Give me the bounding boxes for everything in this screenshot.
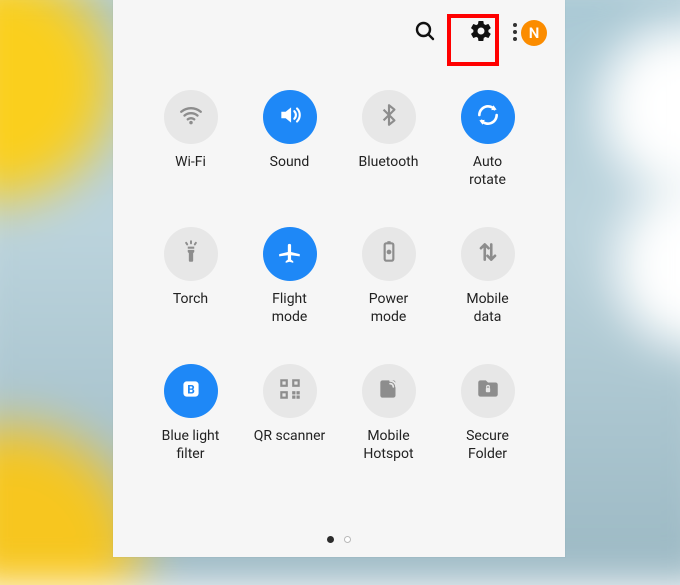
updown-icon — [475, 239, 501, 269]
tile-autorotate[interactable]: Auto rotate — [438, 90, 537, 189]
quick-settings-panel: N Wi-Fi Sound Bluetooth Auto rotate Torch Fli… — [113, 0, 565, 557]
tile-qr-label: QR scanner — [254, 428, 326, 462]
tile-power-toggle[interactable] — [362, 227, 416, 281]
tile-hotspot[interactable]: Mobile Hotspot — [339, 364, 438, 463]
tile-wifi-label: Wi-Fi — [175, 154, 206, 188]
tile-data-toggle[interactable] — [461, 227, 515, 281]
quick-settings-grid: Wi-Fi Sound Bluetooth Auto rotate Torch Fligh… — [113, 66, 565, 463]
topbar: N — [113, 0, 565, 66]
avatar: N — [521, 20, 547, 46]
tile-data-label: Mobile data — [466, 291, 508, 326]
airplane-icon — [277, 239, 303, 269]
tile-power-label: Power mode — [369, 291, 408, 326]
bluetooth-icon — [376, 102, 402, 132]
tile-sound[interactable]: Sound — [240, 90, 339, 189]
tile-sound-toggle[interactable] — [263, 90, 317, 144]
qr-icon — [277, 376, 303, 406]
tile-secure-toggle[interactable] — [461, 364, 515, 418]
tile-autorotate-toggle[interactable] — [461, 90, 515, 144]
page-dot-2[interactable] — [344, 536, 351, 543]
gear-icon — [469, 19, 493, 47]
more-vert-icon — [513, 23, 517, 41]
volume-icon — [277, 102, 303, 132]
battery-icon — [376, 239, 402, 269]
tile-bluetooth[interactable]: Bluetooth — [339, 90, 438, 189]
tile-bluetooth-toggle[interactable] — [362, 90, 416, 144]
tile-flight-label: Flight mode — [272, 291, 308, 326]
tile-bluelight-toggle[interactable] — [164, 364, 218, 418]
tile-torch-label: Torch — [173, 291, 208, 325]
tile-secure-label: Secure Folder — [466, 428, 509, 463]
rotate-icon — [475, 102, 501, 132]
tile-bluelight-label: Blue light filter — [162, 428, 220, 463]
settings-button[interactable] — [461, 13, 501, 53]
folderlock-icon — [475, 376, 501, 406]
tile-hotspot-toggle[interactable] — [362, 364, 416, 418]
tile-power[interactable]: Power mode — [339, 227, 438, 326]
tile-secure[interactable]: Secure Folder — [438, 364, 537, 463]
tile-torch[interactable]: Torch — [141, 227, 240, 326]
tile-wifi-toggle[interactable] — [164, 90, 218, 144]
bluelight-icon — [178, 376, 204, 406]
avatar-letter: N — [529, 24, 540, 42]
tile-flight-toggle[interactable] — [263, 227, 317, 281]
tile-torch-toggle[interactable] — [164, 227, 218, 281]
search-button[interactable] — [405, 13, 445, 53]
search-icon — [413, 19, 437, 47]
tile-qr-toggle[interactable] — [263, 364, 317, 418]
page-dot-1[interactable] — [327, 536, 334, 543]
tile-wifi[interactable]: Wi-Fi — [141, 90, 240, 189]
tile-bluelight[interactable]: Blue light filter — [141, 364, 240, 463]
tile-bluetooth-label: Bluetooth — [359, 154, 419, 188]
profile-menu-button[interactable]: N — [517, 13, 551, 53]
wifi-icon — [178, 102, 204, 132]
hotspot-icon — [376, 376, 402, 406]
torch-icon — [178, 239, 204, 269]
tile-hotspot-label: Mobile Hotspot — [363, 428, 413, 463]
tile-qr[interactable]: QR scanner — [240, 364, 339, 463]
tile-autorotate-label: Auto rotate — [469, 154, 506, 189]
tile-flight[interactable]: Flight mode — [240, 227, 339, 326]
tile-sound-label: Sound — [270, 154, 310, 188]
page-indicator[interactable] — [113, 536, 565, 543]
tile-data[interactable]: Mobile data — [438, 227, 537, 326]
